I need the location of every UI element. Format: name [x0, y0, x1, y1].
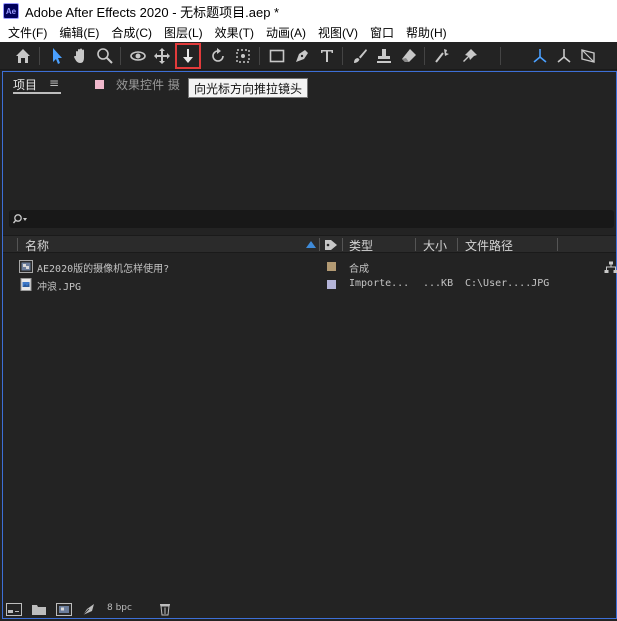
- interpret-footage-icon[interactable]: [6, 602, 22, 616]
- pan-behind-icon[interactable]: [231, 44, 255, 68]
- menu-effect[interactable]: 效果(T): [209, 24, 260, 41]
- clone-stamp-icon[interactable]: [372, 44, 396, 68]
- roto-brush-icon[interactable]: [430, 44, 454, 68]
- panel-footer: 8 bpc: [3, 600, 616, 618]
- rectangle-tool-icon[interactable]: [265, 44, 289, 68]
- column-header-path[interactable]: 文件路径: [465, 237, 513, 254]
- search-icon: [13, 214, 27, 224]
- menu-animation[interactable]: 动画(A): [260, 24, 312, 41]
- item-name: 冲浪.JPG: [37, 282, 82, 293]
- selection-tool-icon[interactable]: [45, 44, 69, 68]
- dolly-camera-icon[interactable]: [175, 43, 201, 69]
- type-tool-icon[interactable]: [315, 44, 339, 68]
- label-color-swatch[interactable]: [327, 262, 336, 271]
- puppet-pin-icon[interactable]: [458, 44, 482, 68]
- column-header-row: 名称 类型 大小 文件路径: [3, 235, 616, 253]
- item-name: AE2020版的摄像机怎样使用?: [37, 264, 170, 275]
- world-axis-icon[interactable]: [552, 44, 576, 68]
- project-panel: 项目 ≡ 效果控件 摄 名称 类型 大小 文件路径 AE2020版的摄像机怎样使…: [2, 71, 617, 619]
- new-composition-icon[interactable]: [56, 602, 72, 616]
- menu-file[interactable]: 文件(F): [2, 24, 53, 41]
- flowchart-icon[interactable]: [604, 261, 617, 274]
- project-search-bar[interactable]: [9, 210, 614, 228]
- local-axis-icon[interactable]: [528, 44, 552, 68]
- zoom-tool-icon[interactable]: [93, 44, 117, 68]
- title-bar: Ae Adobe After Effects 2020 - 无标题项目.aep …: [0, 0, 617, 22]
- brush-tool-icon[interactable]: [348, 44, 372, 68]
- label-column-tag-icon[interactable]: [324, 239, 338, 251]
- eraser-tool-icon[interactable]: [397, 44, 421, 68]
- rotation-tool-icon[interactable]: [206, 44, 230, 68]
- label-color-swatch[interactable]: [327, 280, 336, 289]
- new-folder-icon[interactable]: [31, 602, 47, 616]
- window-title: Adobe After Effects 2020 - 无标题项目.aep *: [25, 4, 280, 20]
- home-icon[interactable]: [11, 44, 35, 68]
- column-header-size[interactable]: 大小: [423, 237, 447, 254]
- item-path: C:\User....JPG: [465, 278, 550, 289]
- image-file-icon: [20, 278, 32, 291]
- label-square-icon: [95, 80, 104, 89]
- tab-effect-controls[interactable]: 效果控件 摄: [95, 76, 180, 93]
- menu-bar: 文件(F) 编辑(E) 合成(C) 图层(L) 效果(T) 动画(A) 视图(V…: [0, 22, 617, 42]
- panel-tabs: 项目 ≡ 效果控件 摄: [3, 72, 616, 96]
- project-settings-icon[interactable]: [81, 602, 97, 616]
- sort-ascending-icon[interactable]: [306, 241, 316, 248]
- table-row[interactable]: 冲浪.JPG Importe... ...KB C:\User....JPG: [3, 276, 616, 294]
- menu-window[interactable]: 窗口: [364, 24, 400, 41]
- composition-icon: [19, 260, 33, 273]
- orbit-camera-icon[interactable]: [126, 44, 150, 68]
- item-type: 合成: [349, 264, 369, 275]
- menu-layer[interactable]: 图层(L): [158, 24, 209, 41]
- table-row[interactable]: AE2020版的摄像机怎样使用? 合成: [3, 258, 616, 276]
- hand-tool-icon[interactable]: [69, 44, 93, 68]
- view-axis-icon[interactable]: [576, 44, 600, 68]
- item-type: Importe...: [349, 278, 410, 289]
- color-depth-label[interactable]: 8 bpc: [107, 603, 132, 613]
- tab-effect-controls-label: 效果控件 摄: [116, 78, 180, 92]
- pen-tool-icon[interactable]: [290, 44, 314, 68]
- tab-project[interactable]: 项目: [13, 76, 37, 93]
- search-input[interactable]: [33, 212, 593, 226]
- menu-view[interactable]: 视图(V): [312, 24, 364, 41]
- column-header-name[interactable]: 名称: [25, 237, 49, 254]
- item-size: ...KB: [423, 278, 454, 289]
- active-tab-indicator: [13, 92, 61, 94]
- menu-composition[interactable]: 合成(C): [105, 24, 158, 41]
- app-logo-icon: Ae: [3, 3, 19, 19]
- track-xy-camera-icon[interactable]: [150, 44, 174, 68]
- column-header-type[interactable]: 类型: [349, 237, 373, 254]
- menu-help[interactable]: 帮助(H): [400, 24, 453, 41]
- tool-tooltip: 向光标方向推拉镜头: [188, 78, 309, 98]
- menu-edit[interactable]: 编辑(E): [53, 24, 105, 41]
- trash-icon[interactable]: [157, 602, 173, 616]
- panel-menu-icon[interactable]: ≡: [49, 76, 59, 90]
- tools-toolbar: [0, 42, 617, 70]
